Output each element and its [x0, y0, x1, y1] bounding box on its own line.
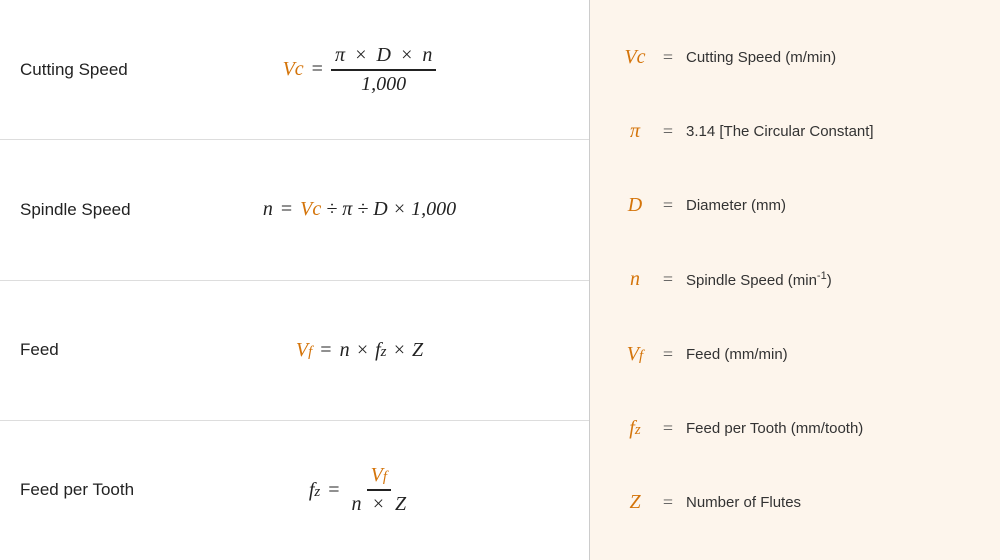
div-1: ÷ [326, 198, 337, 221]
fpt-denominator: n × Z [348, 491, 411, 516]
legend-z-desc: Number of Flutes [686, 494, 801, 511]
n-symbol: n [263, 198, 273, 221]
cutting-speed-numerator: π × D × n [331, 44, 436, 71]
legend-vf: Vf = Feed (mm/min) [620, 343, 970, 366]
times-spindle: × [393, 198, 407, 221]
spindle-speed-row: Spindle Speed n = Vc ÷ π ÷ D × 1,000 [0, 140, 589, 280]
div-2: ÷ [357, 198, 368, 221]
spindle-speed-expr: n = Vc ÷ π ÷ D × 1,000 [150, 198, 569, 221]
equals-3: = [320, 339, 331, 362]
legend-vc: Vc = Cutting Speed (m/min) [620, 46, 970, 69]
fpt-fraction: Vf n × Z [348, 464, 411, 516]
thousand-denom: 1,000 [361, 73, 406, 95]
legend-vf-symbol: Vf [620, 343, 650, 366]
n-fpt: n [352, 493, 362, 515]
cutting-speed-expr: Vc = π × D × n 1,000 [150, 44, 569, 96]
legend-n-symbol: n [620, 268, 650, 291]
thousand-spindle: 1,000 [411, 198, 456, 221]
legend-d-desc: Diameter (mm) [686, 197, 786, 214]
legend-z-eq: = [658, 492, 678, 513]
legend-vf-eq: = [658, 344, 678, 365]
legend-d-symbol: D [620, 194, 650, 217]
right-panel: Vc = Cutting Speed (m/min) π = 3.14 [The… [590, 0, 1000, 560]
times-2: × [400, 44, 414, 66]
times-3: × [356, 339, 370, 362]
fz-fpt: fz [309, 479, 320, 502]
cutting-speed-math: Vc = π × D × n 1,000 [283, 44, 437, 96]
legend-z-symbol: Z [620, 491, 650, 514]
vc-spindle: Vc [300, 198, 321, 221]
legend-fz-symbol: fz [620, 417, 650, 440]
cutting-speed-denominator: 1,000 [357, 71, 410, 96]
feed-per-tooth-label: Feed per Tooth [20, 480, 150, 500]
cutting-speed-row: Cutting Speed Vc = π × D × n 1,000 [0, 0, 589, 140]
legend-fz: fz = Feed per Tooth (mm/tooth) [620, 417, 970, 440]
cutting-speed-fraction: π × D × n 1,000 [331, 44, 436, 96]
feed-row: Feed Vf = n × fz × Z [0, 281, 589, 421]
cutting-speed-label: Cutting Speed [20, 60, 150, 80]
feed-per-tooth-expr: fz = Vf n × Z [150, 464, 569, 516]
legend-vc-symbol: Vc [620, 46, 650, 69]
feed-per-tooth-math: fz = Vf n × Z [309, 464, 410, 516]
legend-pi-desc: 3.14 [The Circular Constant] [686, 123, 874, 140]
spindle-speed-math: n = Vc ÷ π ÷ D × 1,000 [263, 198, 456, 221]
legend-vc-eq: = [658, 47, 678, 68]
legend-pi-symbol: π [620, 120, 650, 143]
spindle-speed-label: Spindle Speed [20, 200, 150, 220]
legend-pi: π = 3.14 [The Circular Constant] [620, 120, 970, 143]
legend-d: D = Diameter (mm) [620, 194, 970, 217]
times-1: × [354, 44, 368, 66]
legend-vf-desc: Feed (mm/min) [686, 346, 788, 363]
feed-per-tooth-row: Feed per Tooth fz = Vf n × Z [0, 421, 589, 560]
d-spindle: D [373, 198, 387, 221]
left-panel: Cutting Speed Vc = π × D × n 1,000 [0, 0, 590, 560]
z-feed: Z [412, 339, 423, 362]
feed-expr: Vf = n × fz × Z [150, 339, 569, 362]
legend-pi-eq: = [658, 121, 678, 142]
feed-label: Feed [20, 340, 150, 360]
n-feed: n [340, 339, 350, 362]
vf-feed: Vf [296, 339, 312, 362]
z-fpt: Z [395, 493, 406, 515]
n-num: n [422, 44, 432, 66]
pi-num: π [335, 44, 345, 66]
pi-spindle: π [342, 198, 352, 221]
legend-n-eq: = [658, 269, 678, 290]
legend-n-desc: Spindle Speed (min-1) [686, 270, 832, 289]
fpt-numerator: Vf [367, 464, 391, 491]
equals-2: = [281, 198, 292, 221]
d-num: D [376, 44, 390, 66]
equals-1: = [312, 58, 323, 81]
legend-z: Z = Number of Flutes [620, 491, 970, 514]
legend-n: n = Spindle Speed (min-1) [620, 268, 970, 291]
legend-d-eq: = [658, 195, 678, 216]
legend-vc-desc: Cutting Speed (m/min) [686, 49, 836, 66]
times-fpt: × [372, 493, 386, 515]
vf-fpt: Vf [371, 464, 387, 486]
times-4: × [392, 339, 406, 362]
fz-feed: fz [375, 339, 386, 362]
legend-fz-eq: = [658, 418, 678, 439]
legend-fz-desc: Feed per Tooth (mm/tooth) [686, 420, 863, 437]
vc-symbol: Vc [283, 58, 304, 81]
feed-math: Vf = n × fz × Z [296, 339, 423, 362]
equals-4: = [328, 479, 339, 502]
